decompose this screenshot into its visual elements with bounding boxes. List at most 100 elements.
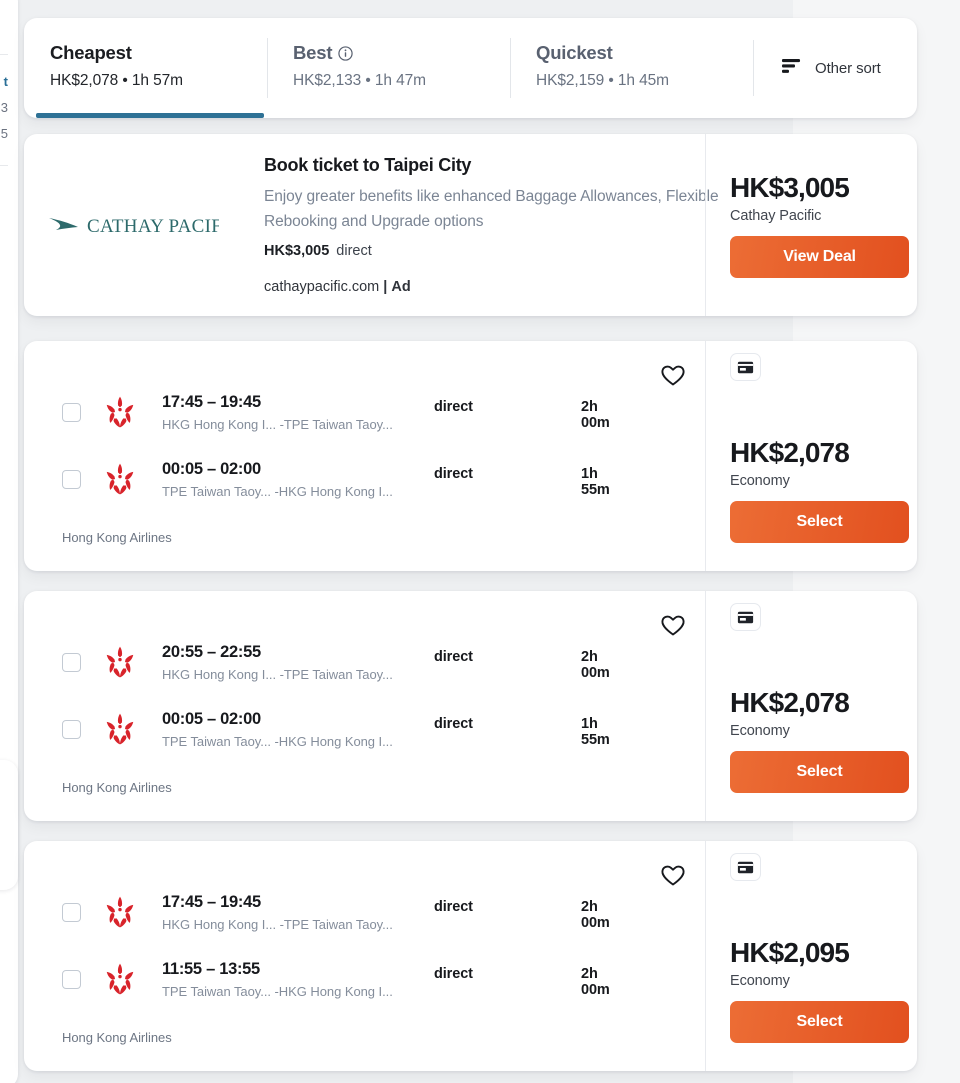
leg-route: HKG Hong Kong I... -TPE Taiwan Taoy... [162, 416, 393, 432]
flight-itinerary: 20:55 – 22:55 HKG Hong Kong I... -TPE Tai… [24, 591, 705, 821]
flight-leg: 00:05 – 02:00 TPE Taiwan Taoy... -HKG Hon… [24, 452, 610, 506]
ad-url: cathaypacific.com [264, 279, 380, 295]
ad-inline-price-row: HK$3,005 direct [264, 243, 719, 259]
sidebar-divider-2 [0, 165, 8, 166]
favorite-heart-icon[interactable] [660, 613, 686, 639]
tab-cheapest[interactable]: Cheapest HK$2,078 • 1h 57m [24, 18, 267, 118]
select-flight-button[interactable]: Select [730, 751, 909, 793]
select-flight-button[interactable]: Select [730, 1001, 909, 1043]
leg-destination-name: Taiwan Taoy... [312, 416, 393, 432]
flight-price-panel: HK$2,078 Economy Select [705, 591, 917, 821]
cathay-pacific-logo: CATHAY PACIFIC [24, 134, 242, 316]
leg-origin-code: HKG [162, 416, 191, 432]
sort-tab-bar: Cheapest HK$2,078 • 1h 57m Best HK$2,133… [24, 18, 917, 118]
flight-price: HK$2,078 [730, 437, 850, 468]
leg-stops: direct [434, 966, 473, 982]
tab-quickest-sub: HK$2,159 • 1h 45m [536, 72, 669, 89]
leg-destination-name: Hong Kong I... [310, 983, 393, 999]
leg-route: TPE Taiwan Taoy... -HKG Hong Kong I... [162, 733, 393, 749]
flight-leg: 00:05 – 02:00 TPE Taiwan Taoy... -HKG Hon… [24, 702, 610, 756]
leg-checkbox[interactable] [62, 469, 81, 489]
active-tab-underline [36, 113, 264, 118]
leg-origin-code: TPE [162, 483, 188, 499]
leg-checkbox[interactable] [62, 969, 81, 989]
select-flight-button[interactable]: Select [730, 501, 909, 543]
info-icon[interactable] [338, 45, 353, 61]
leg-stops: direct [434, 649, 473, 665]
flight-leg: 20:55 – 22:55 HKG Hong Kong I... -TPE Tai… [24, 635, 610, 689]
ad-label: Ad [391, 279, 411, 295]
leg-time: 20:55 – 22:55 [162, 642, 261, 661]
sponsored-ad-card[interactable]: CATHAY PACIFIC Book ticket to Taipei Cit… [24, 134, 917, 316]
leg-duration: 2h 00m [581, 399, 610, 431]
ad-url-row[interactable]: cathaypacific.com | Ad [264, 279, 411, 295]
leg-destination-name: Hong Kong I... [310, 483, 393, 499]
leg-destination-code: HKG [278, 983, 307, 999]
tab-best[interactable]: Best HK$2,133 • 1h 47m [267, 18, 510, 118]
leg-route: TPE Taiwan Taoy... -HKG Hong Kong I... [162, 983, 393, 999]
credit-card-icon[interactable] [730, 353, 761, 381]
tab-cheapest-label: Cheapest [50, 42, 132, 63]
view-deal-button[interactable]: View Deal [730, 236, 909, 278]
leg-origin-name: Hong Kong I... [193, 666, 277, 682]
ad-price-panel: HK$3,005 Cathay Pacific View Deal [705, 134, 917, 316]
favorite-heart-icon[interactable] [660, 863, 686, 889]
ad-price: HK$3,005 [730, 172, 850, 203]
tab-quickest-label: Quickest [536, 42, 613, 63]
leg-checkbox[interactable] [62, 719, 81, 739]
hong-kong-airlines-logo-icon [102, 961, 138, 997]
flight-airline-name: Hong Kong Airlines [62, 1030, 172, 1045]
leg-destination-name: Hong Kong I... [310, 733, 393, 749]
leg-checkbox[interactable] [62, 652, 81, 672]
leg-destination-name: Taiwan Taoy... [312, 916, 393, 932]
leg-duration: 2h 00m [581, 899, 610, 931]
leg-destination-code: HKG [278, 733, 307, 749]
leg-time: 11:55 – 13:55 [162, 959, 260, 978]
leg-origin-code: TPE [162, 733, 188, 749]
leg-route: HKG Hong Kong I... -TPE Taiwan Taoy... [162, 666, 393, 682]
ad-inline-stops: direct [336, 243, 372, 259]
leg-checkbox[interactable] [62, 402, 81, 422]
flight-leg: 11:55 – 13:55 TPE Taiwan Taoy... -HKG Hon… [24, 952, 610, 1006]
credit-card-icon[interactable] [730, 853, 761, 881]
favorite-heart-icon[interactable] [660, 363, 686, 389]
leg-destination-code: TPE [283, 666, 309, 682]
hong-kong-airlines-logo-icon [102, 894, 138, 930]
tab-best-label: Best [293, 42, 333, 63]
tab-quickest[interactable]: Quickest HK$2,159 • 1h 45m [510, 18, 753, 118]
ad-title: Book ticket to Taipei City [264, 155, 472, 175]
leg-origin-name: Taiwan Taoy... [190, 733, 271, 749]
ad-description: Enjoy greater benefits like enhanced Bag… [264, 188, 719, 230]
hong-kong-airlines-logo-icon [102, 644, 138, 680]
filters-sidebar-partial[interactable]: t 3 5 [0, 0, 18, 1083]
leg-origin-code: HKG [162, 666, 191, 682]
leg-stops: direct [434, 466, 473, 482]
sidebar-link-partial[interactable]: t [0, 69, 8, 95]
flight-cabin-class: Economy [730, 723, 790, 739]
flight-result-card[interactable]: 17:45 – 19:45 HKG Hong Kong I... -TPE Tai… [24, 841, 917, 1071]
flight-result-card[interactable]: 17:45 – 19:45 HKG Hong Kong I... -TPE Tai… [24, 341, 917, 571]
flight-price: HK$2,095 [730, 937, 850, 968]
tab-cheapest-sub: HK$2,078 • 1h 57m [50, 72, 183, 89]
flight-itinerary: 17:45 – 19:45 HKG Hong Kong I... -TPE Tai… [24, 841, 705, 1071]
svg-text:CATHAY PACIFIC: CATHAY PACIFIC [87, 216, 219, 237]
hong-kong-airlines-logo-icon [102, 711, 138, 747]
flight-price-panel: HK$2,078 Economy Select [705, 341, 917, 571]
other-sort-button[interactable]: Other sort [753, 18, 917, 118]
credit-card-icon[interactable] [730, 603, 761, 631]
leg-stops: direct [434, 399, 473, 415]
flight-airline-name: Hong Kong Airlines [62, 780, 172, 795]
leg-checkbox[interactable] [62, 902, 81, 922]
leg-time: 00:05 – 02:00 [162, 459, 261, 478]
flight-leg: 17:45 – 19:45 HKG Hong Kong I... -TPE Tai… [24, 385, 610, 439]
flight-itinerary: 17:45 – 19:45 HKG Hong Kong I... -TPE Tai… [24, 341, 705, 571]
leg-origin-name: Taiwan Taoy... [190, 483, 271, 499]
hong-kong-airlines-logo-icon [102, 461, 138, 497]
flight-cabin-class: Economy [730, 973, 790, 989]
leg-destination-name: Taiwan Taoy... [312, 666, 393, 682]
sidebar-value-partial-2: 5 [0, 126, 8, 141]
ad-provider: Cathay Pacific [730, 208, 822, 224]
flight-result-card[interactable]: 20:55 – 22:55 HKG Hong Kong I... -TPE Tai… [24, 591, 917, 821]
leg-time: 00:05 – 02:00 [162, 709, 261, 728]
filters-sidebar-partial-lower[interactable] [0, 760, 18, 890]
